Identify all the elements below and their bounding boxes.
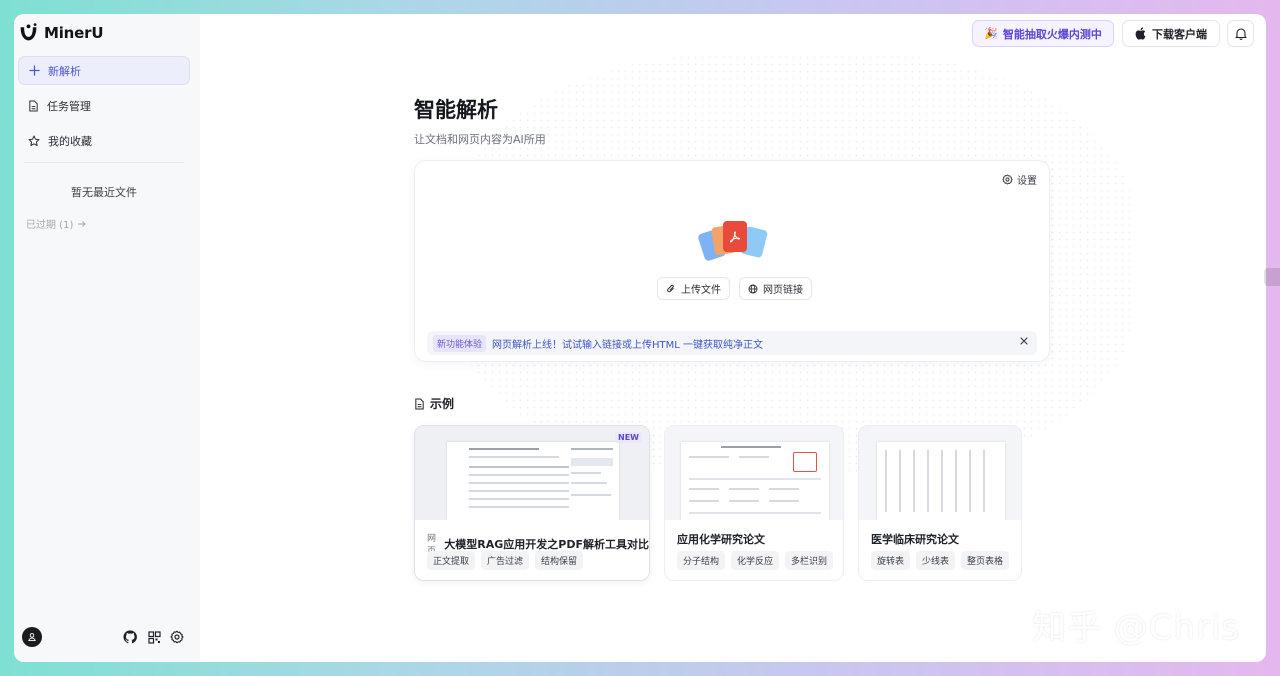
file-types-illustration: [697, 221, 771, 262]
plus-icon: [29, 65, 40, 76]
paperclip-icon: [667, 284, 674, 292]
example-thumbnail: [859, 426, 1021, 520]
example-tags: 旋转表 少线表 整页表格: [871, 551, 1010, 570]
example-tag: 整页表格: [961, 551, 1010, 570]
example-tags: 分子结构 化学反应 多栏识别: [677, 551, 834, 570]
app-window: MinerU 新解析 任务管理 我的收藏 暂无最近文件 已过期 (1) 🎉 智能…: [14, 14, 1266, 662]
download-label: 下载客户端: [1152, 27, 1207, 41]
sidebar-item-label: 新解析: [48, 64, 81, 78]
sidebar-footer: [14, 621, 200, 651]
upload-file-button[interactable]: 上传文件: [657, 277, 730, 300]
sidebar-divider: [24, 162, 184, 163]
settings-button[interactable]: 设置: [1002, 172, 1037, 187]
example-title-row: 医学临床研究论文: [871, 531, 959, 547]
web-link-button[interactable]: 网页链接: [739, 277, 812, 300]
example-title: 大模型RAG应用开发之PDF解析工具对比: [444, 538, 649, 551]
expired-label: 已过期 (1): [26, 220, 74, 231]
gear-icon[interactable]: [169, 629, 185, 645]
example-tag: 结构保留: [535, 551, 584, 570]
example-title: 医学临床研究论文: [871, 533, 959, 546]
empty-recent-text: 暂无最近文件: [71, 186, 137, 199]
webpage-preview: [447, 442, 619, 520]
pdf-file-icon: [723, 221, 747, 252]
sidebar-item-task-management[interactable]: 任务管理: [18, 91, 190, 120]
example-tag: 化学反应: [731, 551, 780, 570]
qrcode-icon[interactable]: [146, 629, 162, 645]
new-badge: NEW: [615, 432, 642, 443]
close-icon[interactable]: [1019, 336, 1029, 346]
notification-button[interactable]: [1227, 20, 1254, 47]
example-tag: 旋转表: [871, 551, 911, 570]
example-tag: 少线表: [916, 551, 956, 570]
globe-icon: [748, 284, 758, 293]
sidebar: MinerU 新解析 任务管理 我的收藏 暂无最近文件 已过期 (1): [14, 14, 200, 662]
apple-icon: [1135, 27, 1146, 40]
star-icon: [28, 135, 40, 146]
brand-name: MinerU: [44, 23, 104, 42]
mineru-logo-icon: [20, 23, 37, 41]
web-link-label: 网页链接: [763, 285, 803, 296]
example-thumbnail: [665, 426, 843, 520]
window-edge-handle: [1264, 268, 1280, 286]
example-tag: 正文提取: [427, 551, 476, 570]
download-client-button[interactable]: 下载客户端: [1122, 20, 1220, 47]
page-title: 智能解析: [414, 98, 498, 122]
brand[interactable]: MinerU: [18, 22, 104, 43]
example-tags: 正文提取 广告过滤 结构保留: [427, 551, 584, 570]
document-icon: [415, 397, 424, 410]
example-tag: 广告过滤: [481, 551, 530, 570]
sidebar-item-new-parse[interactable]: 新解析: [18, 56, 190, 85]
sidebar-item-label: 我的收藏: [48, 134, 92, 148]
examples-heading: 示例: [414, 395, 454, 412]
user-icon: [28, 633, 36, 642]
example-title: 应用化学研究论文: [677, 533, 765, 546]
table-preview: [877, 442, 1005, 520]
settings-label: 设置: [1017, 176, 1037, 187]
sidebar-item-label: 任务管理: [47, 99, 91, 113]
example-thumbnail: NEW: [415, 426, 649, 520]
notice-tag: 新功能体验: [433, 334, 487, 352]
example-tag: 多栏识别: [785, 551, 834, 570]
bell-icon: [1234, 28, 1247, 40]
avatar[interactable]: [22, 627, 42, 647]
sidebar-item-favorites[interactable]: 我的收藏: [18, 126, 190, 155]
example-tag: 分子结构: [677, 551, 726, 570]
expired-link[interactable]: 已过期 (1): [26, 216, 87, 231]
arrow-right-icon: [78, 220, 87, 227]
example-card-rag[interactable]: NEW 网页 大模型RAG应用开发之PDF解析工具对比 正文提取 广告过滤 结构…: [414, 425, 650, 581]
github-icon[interactable]: [122, 629, 138, 645]
example-title-row: 应用化学研究论文: [677, 531, 765, 547]
feature-notice: 新功能体验 网页解析上线！试试输入链接或上传HTML 一键获取纯净正文: [427, 331, 1037, 355]
upload-card[interactable]: 设置 上传文件 网页链接 新功能体验 网页解析上线！试试输入链接或上传HTML …: [414, 160, 1050, 362]
document-icon: [29, 99, 38, 112]
example-card-chemistry[interactable]: 应用化学研究论文 分子结构 化学反应 多栏识别: [664, 425, 844, 581]
example-card-medical[interactable]: 医学临床研究论文 旋转表 少线表 整页表格: [858, 425, 1022, 581]
upload-file-label: 上传文件: [681, 285, 721, 296]
gear-icon: [1002, 174, 1013, 185]
paper-preview: [681, 442, 829, 520]
notice-text[interactable]: 网页解析上线！试试输入链接或上传HTML 一键获取纯净正文: [492, 336, 763, 351]
sparkle-icon: 🎉: [984, 27, 998, 40]
smart-extract-beta-button[interactable]: 🎉 智能抽取火爆内测中: [972, 20, 1114, 47]
examples-heading-label: 示例: [430, 397, 455, 411]
highlight-box: [793, 452, 817, 472]
watermark: 知乎 @Chris: [1032, 608, 1241, 648]
beta-label: 智能抽取火爆内测中: [1002, 27, 1102, 41]
page-subtitle: 让文档和网页内容为AI所用: [414, 133, 546, 146]
